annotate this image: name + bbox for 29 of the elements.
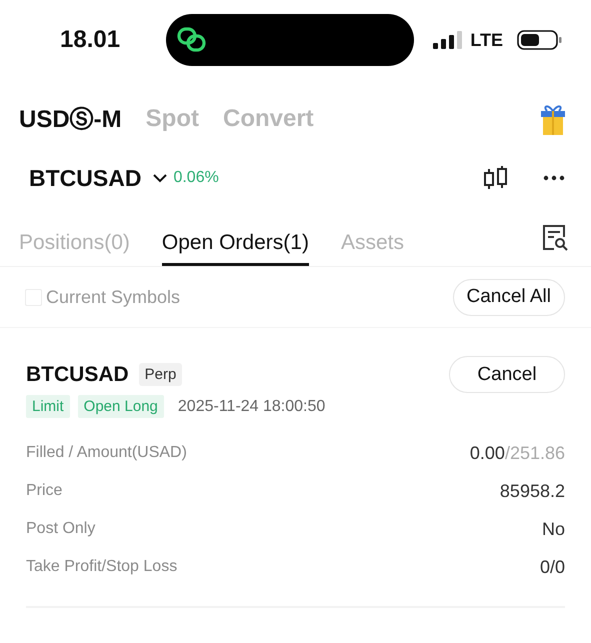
battery-icon	[517, 29, 563, 51]
market-tab[interactable]: USDⓈ-M	[19, 103, 122, 135]
gift-icon[interactable]	[541, 103, 565, 135]
field-value: 0.00/251.86	[470, 442, 565, 464]
link-icon	[176, 26, 208, 54]
field-label: Price	[26, 482, 62, 500]
chevron-down-icon[interactable]	[151, 172, 170, 184]
field-label: Post Only	[26, 520, 96, 538]
price-change: 0.06%	[173, 169, 219, 187]
candlestick-icon[interactable]	[483, 165, 509, 191]
cancel-button[interactable]: Cancel	[449, 356, 565, 393]
network-label: LTE	[470, 30, 503, 50]
field-value: No	[542, 518, 565, 540]
order-tab[interactable]: Open Orders(1)	[162, 231, 309, 266]
field-label: Take Profit/Stop Loss	[26, 558, 178, 576]
contract-badge: Perp	[138, 363, 182, 386]
more-icon[interactable]	[543, 175, 565, 181]
field-label: Filled / Amount(USAD)	[26, 444, 187, 462]
clock-time: 18.01	[60, 26, 122, 54]
order-history-icon[interactable]	[541, 224, 569, 252]
order-tag: Open Long	[78, 395, 164, 418]
order-symbol: BTCUSAD	[26, 362, 129, 386]
symbol-name[interactable]: BTCUSAD	[29, 164, 142, 192]
order-tag: Limit	[26, 395, 70, 418]
field-value: 85958.2	[500, 480, 565, 502]
signal-icon	[433, 30, 462, 50]
field-value: 0/0	[540, 556, 565, 578]
order-time: 2025-11-24 18:00:50	[178, 398, 326, 416]
cancel-all-button[interactable]: Cancel All	[452, 278, 565, 316]
